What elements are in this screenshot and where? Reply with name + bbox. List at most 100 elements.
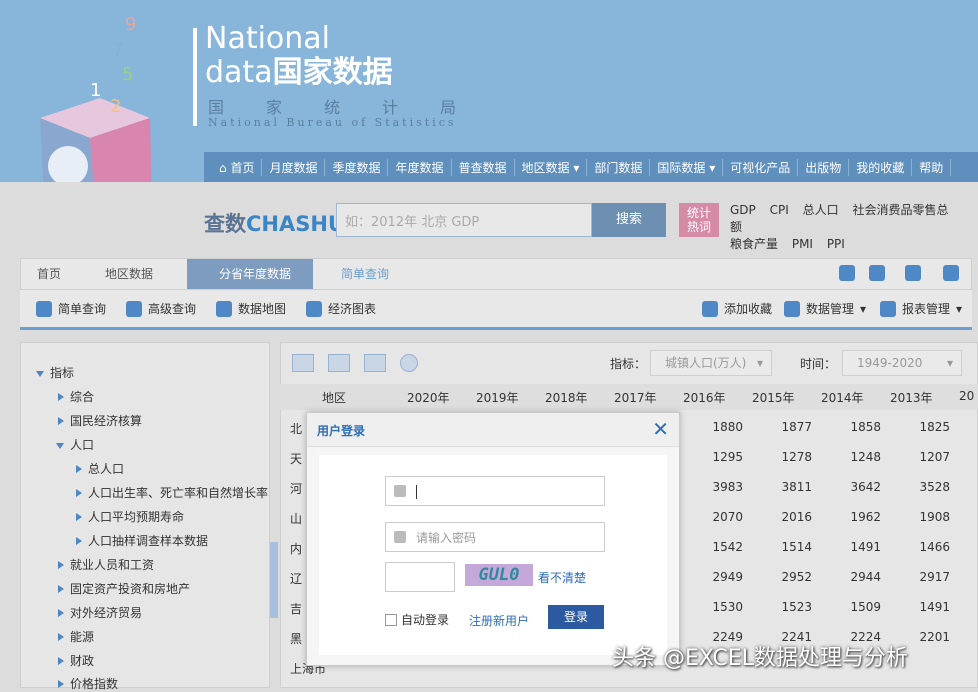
crumb-home[interactable]: 首页 <box>37 259 61 289</box>
dialog-body: 请输入密码 自动登录 注册新用户 <box>319 455 667 655</box>
captcha-input[interactable] <box>385 562 455 592</box>
password-field[interactable]: 请输入密码 <box>385 522 605 552</box>
col-year[interactable]: 2019年 <box>476 389 519 406</box>
indicator-select[interactable]: 城镇人口(万人) ▾ <box>650 350 772 376</box>
report-management-menu[interactable]: 报表管理 ▾ <box>880 300 962 317</box>
tree-item[interactable]: 综合 <box>58 388 94 405</box>
tree-root[interactable]: 指标 <box>36 364 74 381</box>
region-cell: 吉 <box>290 602 303 616</box>
copy-icon[interactable] <box>869 265 885 281</box>
nav-help[interactable]: 帮助 <box>912 158 952 176</box>
register-link[interactable]: 注册新用户 <box>469 612 529 629</box>
crumb-simple-query: 简单查询 <box>341 267 390 281</box>
watermark: 头条 @EXCEL数据处理与分析 <box>612 646 908 671</box>
tree-item[interactable]: 人口出生率、死亡率和自然增长率 <box>76 484 268 501</box>
hot-word[interactable]: 总人口 <box>803 203 839 217</box>
tree-item[interactable]: 人口抽样调查样本数据 <box>76 532 208 549</box>
refresh-captcha-link[interactable]: 看不清楚 <box>538 569 586 586</box>
crumb-regional[interactable]: 地区数据 <box>105 259 153 289</box>
col-year[interactable]: 2016年 <box>683 389 726 406</box>
table-cell: 1295 <box>712 450 743 464</box>
data-map-tab[interactable]: 数据地图 <box>216 300 286 317</box>
login-button[interactable]: 登录 <box>548 605 604 629</box>
table-icon <box>880 300 896 317</box>
tree-item[interactable]: 对外经济贸易 <box>58 604 142 621</box>
col-year[interactable]: 2017年 <box>614 389 657 406</box>
user-icon <box>394 485 406 497</box>
table-cell: 1530 <box>712 600 743 614</box>
time-select[interactable]: 1949-2020 ▾ <box>842 350 962 376</box>
table-cell: 1278 <box>781 450 812 464</box>
tree-item[interactable]: 总人口 <box>76 460 124 477</box>
line-chart-icon[interactable] <box>364 354 386 372</box>
pie-chart-icon[interactable] <box>400 354 418 372</box>
table-view-icon[interactable] <box>292 354 314 372</box>
nav-home[interactable]: ⌂ 首页 <box>212 158 263 176</box>
chashu-logo: 查数CHASHU <box>204 212 345 236</box>
nav-visualization[interactable]: 可视化产品 <box>723 158 799 176</box>
indicator-label: 指标： <box>610 357 647 371</box>
nav-regional[interactable]: 地区数据 ▾ <box>515 158 588 176</box>
nav-international[interactable]: 国际数据 ▾ <box>650 158 724 176</box>
col-year[interactable]: 2014年 <box>821 389 864 406</box>
chart-icon <box>306 300 322 317</box>
tree-item[interactable]: 能源 <box>58 628 94 645</box>
col-region[interactable]: 地区 <box>322 389 346 406</box>
nav-favorites[interactable]: 我的收藏 <box>849 158 913 176</box>
bar-chart-icon[interactable] <box>328 354 350 372</box>
table-cell: 1542 <box>712 540 743 554</box>
table-cell: 3642 <box>850 480 881 494</box>
tree-item[interactable]: 国民经济核算 <box>58 412 142 429</box>
col-year[interactable]: 2013年 <box>890 389 933 406</box>
auto-login-checkbox[interactable] <box>385 613 397 626</box>
tree-item[interactable]: 人口 <box>56 436 94 453</box>
sidebar-scrollbar[interactable] <box>270 542 278 618</box>
table-cell: 2949 <box>712 570 743 584</box>
col-year[interactable]: 2018年 <box>545 389 588 406</box>
nav-quarterly[interactable]: 季度数据 <box>325 158 389 176</box>
search-button[interactable]: 搜索 <box>592 203 666 237</box>
lock-icon <box>394 531 406 543</box>
hot-word[interactable]: 粮食产量 <box>730 237 778 251</box>
captcha-image[interactable]: GUL0 <box>465 564 533 586</box>
brand-data: data国家数据 <box>205 55 393 90</box>
data-management-menu[interactable]: 数据管理 ▾ <box>784 300 866 317</box>
tree-item[interactable]: 固定资产投资和房地产 <box>58 580 190 597</box>
auto-login[interactable]: 自动登录 <box>385 611 449 628</box>
tree-item[interactable]: 财政 <box>58 652 94 669</box>
hot-word[interactable]: PMI <box>792 237 813 251</box>
hot-word[interactable]: CPI <box>770 203 789 217</box>
print-icon[interactable] <box>905 265 921 281</box>
tree-item[interactable]: 价格指数 <box>58 675 118 692</box>
plus-icon <box>702 300 718 317</box>
nav-publications[interactable]: 出版物 <box>798 158 850 176</box>
table-cell: 1509 <box>850 600 881 614</box>
col-year[interactable]: 2015年 <box>752 389 795 406</box>
nav-census[interactable]: 普查数据 <box>452 158 515 176</box>
brand-bureau-cn: 国家统计局 <box>208 98 499 117</box>
nav-monthly[interactable]: 月度数据 <box>262 158 326 176</box>
username-field[interactable] <box>385 476 605 506</box>
col-year[interactable]: 20 <box>959 389 974 403</box>
login-dialog: 用户登录 ✕ 请输入密码 自动登录 注册新用户 <box>306 412 680 666</box>
close-icon[interactable]: ✕ <box>652 417 669 441</box>
download-icon[interactable] <box>839 265 855 281</box>
nav-annual[interactable]: 年度数据 <box>388 158 452 176</box>
tree-item[interactable]: 人口平均预期寿命 <box>76 508 184 525</box>
share-icon[interactable] <box>943 265 959 281</box>
nav-department[interactable]: 部门数据 <box>587 158 651 176</box>
advanced-query-tab[interactable]: 高级查询 <box>126 300 196 317</box>
hot-word[interactable]: PPI <box>827 237 845 251</box>
hot-word[interactable]: GDP <box>730 203 756 217</box>
view-switcher <box>292 354 418 372</box>
tree-item[interactable]: 就业人员和工资 <box>58 556 154 573</box>
table-cell: 1825 <box>919 420 950 434</box>
crumb-provincial-annual[interactable]: 分省年度数据 <box>187 259 313 289</box>
add-favorite-button[interactable]: 添加收藏 <box>702 300 772 317</box>
col-year[interactable]: 2020年 <box>407 389 450 406</box>
hot-words-badge: 统计 热词 <box>679 203 719 237</box>
hot-word[interactable]: 社会消费品零售总额 <box>730 203 948 234</box>
simple-query-tab[interactable]: 简单查询 <box>36 300 106 317</box>
economic-chart-tab[interactable]: 经济图表 <box>306 300 376 317</box>
search-input[interactable]: 如：2012年 北京 GDP <box>336 203 592 237</box>
